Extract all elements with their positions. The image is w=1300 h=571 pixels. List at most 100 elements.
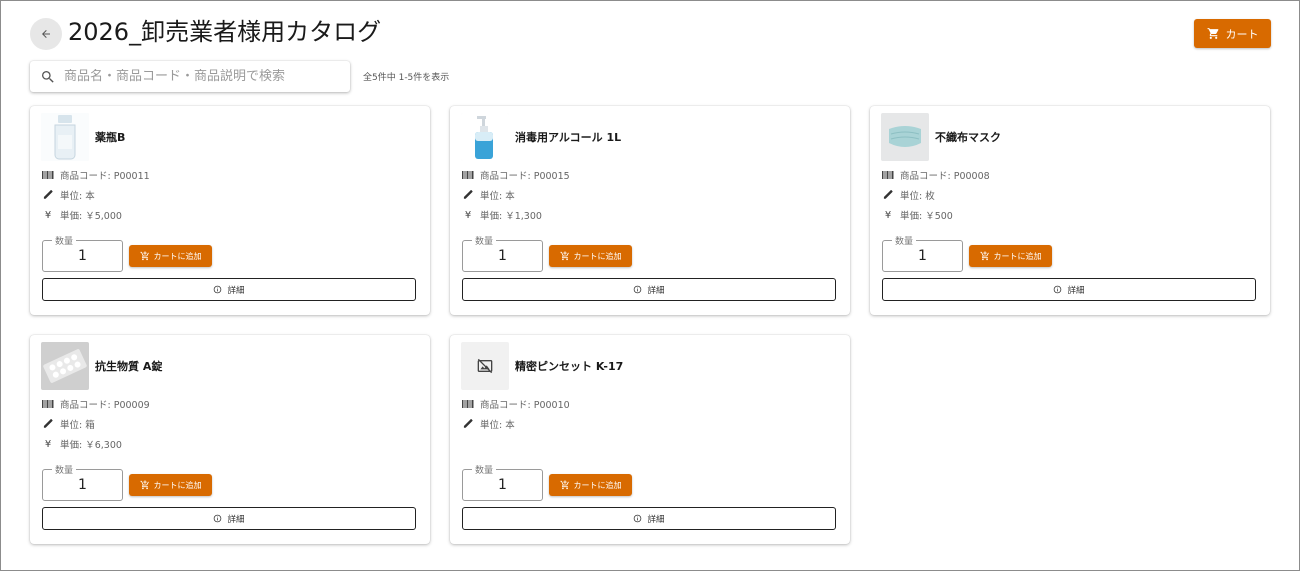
add-to-cart-button[interactable]: カートに追加: [549, 474, 632, 496]
product-code: 商品コード: P00009: [60, 400, 150, 411]
quantity-label: 数量: [52, 234, 77, 247]
product-name: 消毒用アルコール 1L: [515, 131, 622, 144]
product-code: 商品コード: P00015: [480, 171, 570, 182]
ruler-icon: [42, 189, 54, 201]
page-title: 2026_卸売業者様用カタログ: [68, 18, 382, 46]
detail-button[interactable]: 詳細: [462, 278, 836, 301]
cart-plus-icon: [139, 480, 150, 490]
quantity-label: 数量: [472, 463, 497, 476]
search-input[interactable]: [64, 69, 334, 84]
product-code: 商品コード: P00008: [900, 171, 990, 182]
product-price: 単価: ￥1,300: [480, 211, 542, 222]
detail-button[interactable]: 詳細: [42, 507, 416, 530]
ruler-icon: [462, 418, 474, 430]
cart-button[interactable]: カート: [1194, 19, 1271, 48]
product-code: 商品コード: P00011: [60, 171, 150, 182]
detail-button[interactable]: 詳細: [42, 278, 416, 301]
barcode-icon: [42, 171, 54, 179]
product-card: 薬瓶B 商品コード: P00011 単位: 本 ¥ 単価: ￥5,000 数量: [30, 106, 430, 315]
product-price-row: ¥ 単価: ￥5,000: [42, 208, 122, 223]
barcode-icon: [42, 400, 54, 408]
detail-button[interactable]: 詳細: [882, 278, 1256, 301]
product-price-row: ¥ 単価: ￥500: [882, 208, 953, 223]
product-code-row: 商品コード: P00009: [42, 397, 150, 411]
product-card: 抗生物質 A錠 商品コード: P00009 単位: 箱 ¥ 単価: ￥6,300…: [30, 335, 430, 544]
product-image: [461, 113, 509, 161]
cart-plus-icon: [559, 480, 570, 490]
product-code-row: 商品コード: P00011: [42, 168, 150, 182]
detail-label: 詳細: [647, 514, 665, 525]
product-price: 単価: ￥6,300: [60, 440, 122, 451]
barcode-icon: [462, 171, 474, 179]
product-price-row: ¥ 単価: ￥6,300: [42, 437, 122, 452]
yen-icon: ¥: [884, 209, 892, 221]
product-unit-row: 単位: 本: [42, 188, 95, 202]
add-to-cart-button[interactable]: カートに追加: [129, 245, 212, 267]
product-code-row: 商品コード: P00015: [462, 168, 570, 182]
product-price: 単価: ￥5,000: [60, 211, 122, 222]
product-image: [881, 113, 929, 161]
search-box: [30, 61, 350, 92]
detail-label: 詳細: [227, 285, 245, 296]
barcode-icon: [882, 171, 894, 179]
add-to-cart-button[interactable]: カートに追加: [129, 474, 212, 496]
product-name: 精密ピンセット K-17: [515, 360, 624, 373]
product-code: 商品コード: P00010: [480, 400, 570, 411]
product-name: 不織布マスク: [935, 131, 1001, 144]
yen-icon: ¥: [44, 209, 52, 221]
add-to-cart-label: カートに追加: [573, 251, 622, 261]
detail-button[interactable]: 詳細: [462, 507, 836, 530]
product-code-row: 商品コード: P00008: [882, 168, 990, 182]
product-name: 抗生物質 A錠: [95, 360, 163, 373]
product-image: [461, 342, 509, 390]
yen-icon: ¥: [44, 438, 52, 450]
product-unit: 単位: 箱: [60, 420, 95, 431]
search-icon: [42, 70, 54, 83]
ruler-icon: [462, 189, 474, 201]
quantity-field: 数量: [42, 234, 123, 272]
cart-plus-icon: [139, 251, 150, 261]
add-to-cart-label: カートに追加: [993, 251, 1042, 261]
product-unit-row: 単位: 枚: [882, 188, 935, 202]
cart-button-label: カート: [1225, 27, 1259, 41]
ruler-icon: [882, 189, 894, 201]
add-to-cart-button[interactable]: カートに追加: [969, 245, 1052, 267]
quantity-field: 数量: [462, 463, 543, 501]
product-unit: 単位: 本: [480, 420, 515, 431]
quantity-label: 数量: [892, 234, 917, 247]
info-icon: [213, 285, 222, 294]
detail-label: 詳細: [1067, 285, 1085, 296]
product-unit: 単位: 本: [480, 191, 515, 202]
product-unit: 単位: 本: [60, 191, 95, 202]
ruler-icon: [42, 418, 54, 430]
face-mask-icon: [881, 113, 929, 161]
quantity-label: 数量: [472, 234, 497, 247]
product-price: 単価: ￥500: [900, 211, 953, 222]
arrow-left-icon: [42, 30, 50, 38]
barcode-icon: [462, 400, 474, 408]
add-to-cart-label: カートに追加: [153, 480, 202, 490]
product-code-row: 商品コード: P00010: [462, 397, 570, 411]
info-icon: [213, 514, 222, 523]
add-to-cart-button[interactable]: カートに追加: [549, 245, 632, 267]
product-name: 薬瓶B: [95, 131, 126, 144]
quantity-label: 数量: [52, 463, 77, 476]
result-count: 全5件中 1-5件を表示: [363, 73, 450, 83]
add-to-cart-label: カートに追加: [153, 251, 202, 261]
detail-label: 詳細: [227, 514, 245, 525]
info-icon: [633, 285, 642, 294]
product-unit-row: 単位: 本: [462, 417, 515, 431]
product-unit-row: 単位: 箱: [42, 417, 95, 431]
back-button[interactable]: [30, 18, 62, 50]
pill-blister-icon: [41, 342, 89, 390]
info-icon: [633, 514, 642, 523]
product-unit: 単位: 枚: [900, 191, 935, 202]
quantity-field: 数量: [882, 234, 963, 272]
product-image: [41, 113, 89, 161]
cart-icon: [1207, 28, 1218, 39]
product-card: 消毒用アルコール 1L 商品コード: P00015 単位: 本 ¥ 単価: ￥1…: [450, 106, 850, 315]
product-card: 精密ピンセット K-17 商品コード: P00010 単位: 本 数量 カートに…: [450, 335, 850, 544]
add-to-cart-label: カートに追加: [573, 480, 622, 490]
cart-plus-icon: [979, 251, 990, 261]
product-image: [41, 342, 89, 390]
